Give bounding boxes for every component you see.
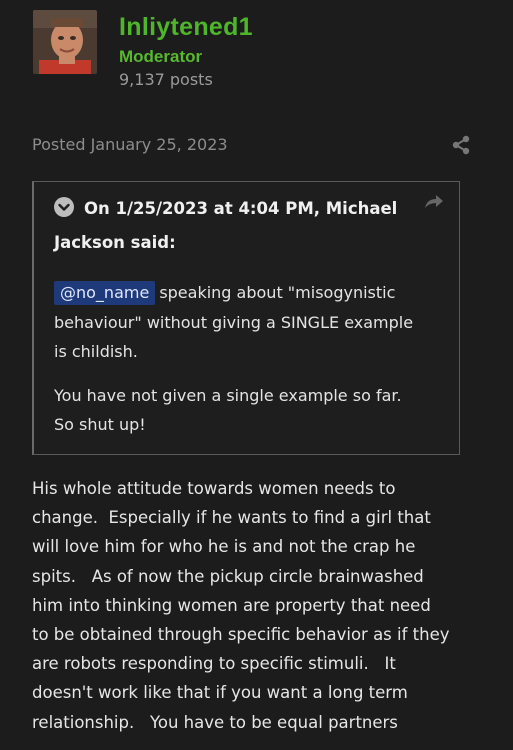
quote-citation-line2: Jackson said: xyxy=(54,233,176,252)
quote-text: So shut up! xyxy=(54,415,146,434)
author-username[interactable]: Inliytened1 xyxy=(119,12,253,42)
share-icon[interactable] xyxy=(450,134,472,156)
quote-paragraph: You have not given a single example so f… xyxy=(54,381,442,440)
quote-citation-line1: On 1/25/2023 at 4:04 PM, Michael xyxy=(84,199,398,218)
avatar[interactable] xyxy=(33,10,97,74)
post-text-line: spits. As of now the pickup circle brain… xyxy=(32,566,424,586)
post-text-line: relationship. You have to be equal partn… xyxy=(32,712,398,732)
quote-text: behaviour" without giving a SINGLE examp… xyxy=(54,312,414,332)
post-body: His whole attitude towards women needs t… xyxy=(32,474,472,737)
quote-paragraph: @no_name speaking about "misogynistic beh… xyxy=(54,278,442,367)
post-text-line: to be obtained through specific behavior… xyxy=(32,625,450,645)
quote-body: @no_name speaking about "misogynistic beh… xyxy=(54,278,442,454)
author-rank: Moderator xyxy=(119,47,203,66)
author-post-count: 9,137 posts xyxy=(119,70,213,89)
post-text-line: will love him for who he is and not the … xyxy=(32,537,416,557)
author-info: Inliytened1 Moderator 9,137 posts xyxy=(119,10,253,91)
quote-text: You have not given a single example so f… xyxy=(54,385,402,405)
quote-text: is childish. xyxy=(54,342,138,361)
post-date: Posted January 25, 2023 xyxy=(32,135,228,154)
avatar-photo-icon xyxy=(33,10,97,74)
quote-text: speaking about "misogynistic xyxy=(159,283,396,302)
post-author: Inliytened1 Moderator 9,137 posts xyxy=(33,10,253,91)
forum-post: Inliytened1 Moderator 9,137 posts Posted… xyxy=(0,0,513,750)
post-text-line: doesn't work like that if you want a lon… xyxy=(32,683,408,703)
quote-citation[interactable]: On 1/25/2023 at 4:04 PM, Michael Jackson… xyxy=(54,192,414,260)
user-mention[interactable]: @no_name xyxy=(54,281,156,305)
post-text-line: His whole attitude towards women needs t… xyxy=(32,479,396,498)
post-text-line: change. Especially if he wants to find a… xyxy=(32,508,431,528)
chevron-down-icon[interactable] xyxy=(54,197,74,217)
post-text-line: him into thinking women are property tha… xyxy=(32,595,431,615)
go-to-quoted-post-icon[interactable] xyxy=(423,193,445,211)
quote-block: On 1/25/2023 at 4:04 PM, Michael Jackson… xyxy=(32,181,460,455)
post-text-line: are robots responding to specific stimul… xyxy=(32,654,396,674)
